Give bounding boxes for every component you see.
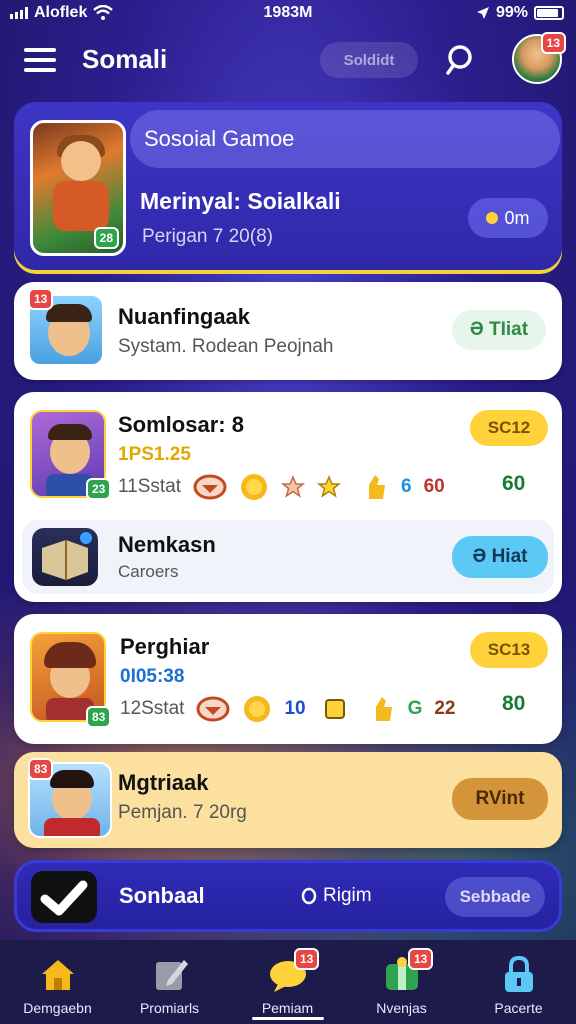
- list-item-title: Nemkasn: [118, 532, 216, 557]
- header-pill-button[interactable]: Soldidt: [320, 42, 418, 78]
- star-icon: [317, 475, 342, 498]
- search-icon[interactable]: [444, 42, 480, 78]
- list-item[interactable]: 23 Somlosar: 8 1PS1.25 11Sstat 6 60 SC12…: [14, 392, 562, 602]
- stats-row: 11Sstat 6 60: [118, 472, 445, 502]
- medal-icon: [241, 474, 268, 500]
- featured-subtitle: Perigan 7 20(8): [142, 226, 273, 247]
- bottom-nav: Demgaebn Promiarls 13 Pemiam 13 Nvenjas …: [0, 940, 576, 1024]
- stat-value-blue: 6: [401, 476, 412, 497]
- featured-category-pill: Sosoial Gamoe: [130, 110, 560, 168]
- nav-label: Pacerte: [494, 1000, 543, 1016]
- featured-title: Merinyal: Soialkali: [140, 188, 341, 214]
- star-icon: [281, 475, 306, 498]
- medal-icon: [244, 696, 271, 722]
- list-item[interactable]: 83 Perghiar 0I05:38 12Sstat 10 G 22 SC13…: [14, 614, 562, 744]
- nav-label: Nvenjas: [376, 1000, 427, 1016]
- nav-badge: 13: [294, 948, 320, 970]
- featured-game-thumbnail: 28: [30, 120, 126, 256]
- list-item-right-value: 60: [502, 472, 526, 495]
- profile-avatar[interactable]: 13: [512, 32, 566, 84]
- home-icon: [41, 960, 74, 990]
- menu-icon[interactable]: [24, 48, 56, 72]
- status-bar: Aloflek 1983M 99%: [0, 0, 576, 28]
- nav-item-home[interactable]: Demgaebn: [0, 940, 115, 1024]
- nav-item-chat[interactable]: 13 Pemiam: [230, 940, 345, 1024]
- featured-button-label: 0m: [504, 207, 530, 228]
- stat-label: 12Sstat: [120, 698, 185, 719]
- coin-icon: [486, 212, 499, 224]
- strip-title: Sonbaal: [119, 883, 205, 908]
- list-item[interactable]: 83 Mgtriaak Pemjan. 7 20rg RVint: [14, 752, 562, 848]
- featured-card[interactable]: 28 Sosoial Gamoe Merinyal: Soialkali Per…: [14, 102, 562, 270]
- strip-middle-label: Rigim: [323, 885, 372, 906]
- square-gem-icon: [324, 699, 345, 719]
- checkmark-icon: [31, 871, 97, 923]
- battery-label: 99%: [495, 4, 528, 21]
- list-item-amount: 1PS1.25: [118, 444, 191, 465]
- list-item-badge: 13: [28, 288, 54, 310]
- edit-icon: [155, 960, 188, 990]
- book-thumbnail: [32, 528, 98, 586]
- shield-icon: [196, 696, 230, 722]
- strip-button[interactable]: Sebbade: [445, 877, 545, 917]
- thumb-icon: [375, 697, 392, 721]
- nav-item-lock[interactable]: Pacerte: [461, 940, 576, 1024]
- list-item-tag[interactable]: SC12: [470, 410, 548, 446]
- avatar-badge: 13: [540, 32, 566, 54]
- stat-value-red: 60: [423, 476, 445, 497]
- nav-label: Pemiam: [261, 1000, 314, 1016]
- circle-icon: [301, 887, 317, 905]
- list-item-amount: 0I05:38: [120, 666, 185, 687]
- lock-icon: [504, 955, 533, 992]
- location-icon: [476, 7, 489, 19]
- list-item-subtitle: Pemjan. 7 20rg: [118, 802, 247, 823]
- stat-value-green: G: [407, 698, 423, 719]
- strip-middle: Rigim: [301, 885, 372, 907]
- thumb-icon: [369, 475, 386, 499]
- stat-value-blue: 10: [284, 698, 306, 719]
- nav-badge: 13: [408, 948, 434, 970]
- list-item-subtitle: Caroers: [118, 562, 179, 581]
- list-item-subtitle: Systam. Rodean Peojnah: [118, 336, 334, 357]
- thumbnail-badge: 23: [86, 478, 112, 500]
- thumbnail-badge: 83: [86, 706, 112, 728]
- list-item-title: Mgtriaak: [118, 770, 209, 795]
- nav-item-edit[interactable]: Promiarls: [112, 940, 227, 1024]
- list-item-action-button[interactable]: RVint: [452, 778, 548, 820]
- bottom-search-strip[interactable]: Sonbaal Rigim Sebbade: [14, 860, 562, 932]
- nav-item-gift[interactable]: 13 Nvenjas: [344, 940, 459, 1024]
- list-item[interactable]: 13 Nuanfingaak Systam. Rodean Peojnah Ə …: [14, 282, 562, 380]
- battery-icon: [534, 6, 564, 20]
- list-item-title: Perghiar: [120, 634, 210, 659]
- stat-label: 11Sstat: [118, 476, 182, 497]
- list-item-right-value: 80: [502, 692, 526, 715]
- list-item-badge: 83: [28, 758, 54, 780]
- list-item-action-button[interactable]: Ə Hiat: [452, 536, 548, 578]
- nav-label: Demgaebn: [23, 1000, 92, 1016]
- list-item-title: Somlosar: 8: [118, 412, 244, 437]
- list-item-title: Nuanfingaak: [118, 304, 251, 329]
- featured-coin-button[interactable]: 0m: [468, 198, 548, 238]
- stat-value-red: 22: [434, 698, 456, 719]
- list-item-action-button[interactable]: Ə TIiat: [452, 310, 546, 350]
- list-item[interactable]: Nemkasn Caroers Ə Hiat: [22, 520, 554, 594]
- shield-icon: [193, 474, 227, 500]
- nav-label: Promiarls: [139, 1000, 200, 1016]
- app-header: Somali Soldidt 13: [0, 28, 576, 96]
- list-item-tag[interactable]: SC13: [470, 632, 548, 668]
- thumbnail-badge: 28: [93, 227, 119, 249]
- app-title: Somali: [82, 44, 168, 74]
- stats-row: 12Sstat 10 G 22: [120, 694, 456, 724]
